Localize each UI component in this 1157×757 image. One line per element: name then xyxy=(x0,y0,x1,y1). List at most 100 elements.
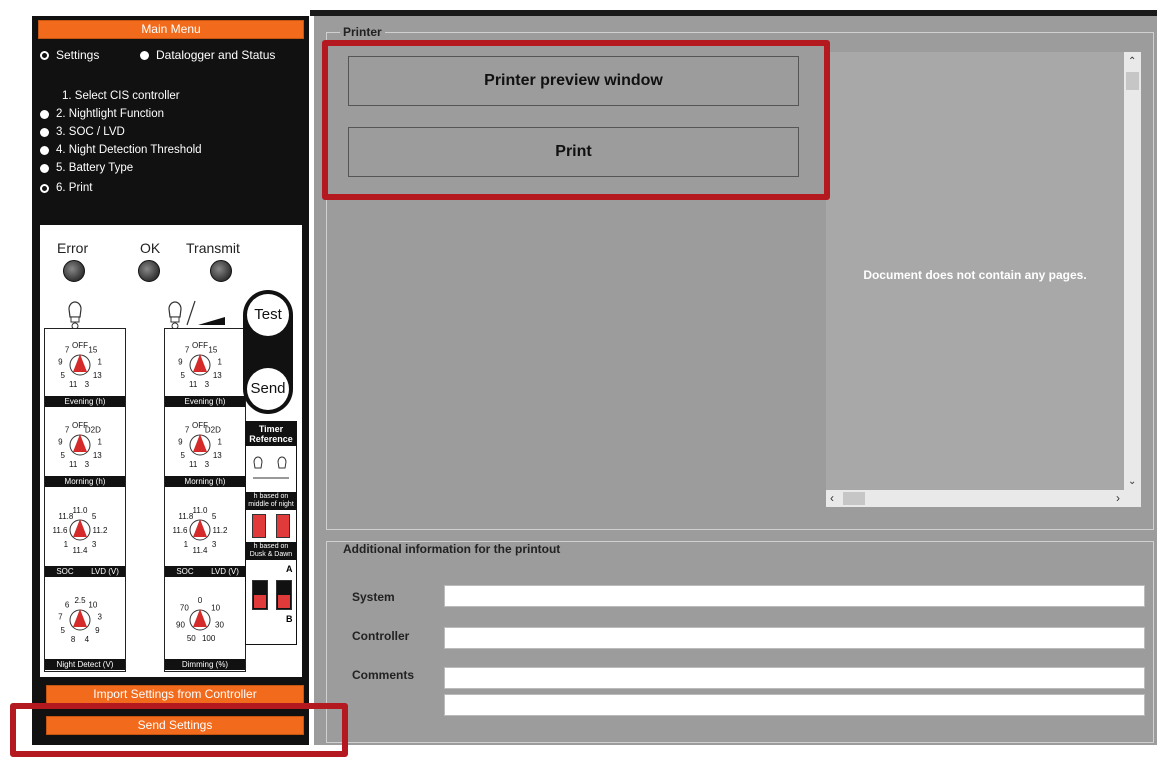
dial-tick-label: 7 xyxy=(65,346,70,355)
controller-label: Controller xyxy=(352,629,410,643)
dimming-dial[interactable]: 0 10 30 100 5090 70 xyxy=(176,596,224,643)
vertical-scrollbar[interactable]: ⌃ ⌄ xyxy=(1124,52,1141,507)
timer-switch-1[interactable] xyxy=(252,514,266,538)
dial-tick-label: 30 xyxy=(215,620,224,629)
datalogger-radio-label: Datalogger and Status xyxy=(156,48,276,62)
dial-tick-label: 3 xyxy=(85,380,90,389)
dial-tick-label: 13 xyxy=(93,451,102,460)
additional-group-label: Additional information for the printout xyxy=(340,542,564,556)
step-6[interactable]: 6. Print xyxy=(40,182,92,194)
radio-selected-icon xyxy=(40,183,49,193)
dial-tick-label: 11.6 xyxy=(173,526,189,535)
settings-radio[interactable]: Settings xyxy=(40,48,99,62)
test-button[interactable]: Test xyxy=(247,294,289,336)
dial-tick-label: 13 xyxy=(213,451,222,460)
scroll-left-icon[interactable]: ‹ xyxy=(830,491,834,505)
system-field[interactable] xyxy=(444,585,1145,607)
step-3[interactable]: 3. SOC / LVD xyxy=(40,126,125,138)
dial-tick-label: 7 xyxy=(185,426,190,435)
timer-reference: Timer Reference h based on middle of nig… xyxy=(245,421,297,645)
radio-unselected-icon xyxy=(40,127,49,137)
dial-tick-label: 8 xyxy=(71,635,76,644)
step-5[interactable]: 5. Battery Type xyxy=(40,162,133,174)
soc-lvd-dial-1[interactable]: 11.05 11.2 311.4 1 11.6 11.8 xyxy=(53,506,109,555)
morning-dial-1[interactable]: OFFD2D113311597 xyxy=(58,421,102,469)
dial-tick-label: 1 xyxy=(64,540,69,549)
dial-tick-label: 3 xyxy=(85,460,90,469)
dial-tick-label: OFF xyxy=(72,341,88,350)
dial-tick-label: 10 xyxy=(88,601,97,610)
timer-reference-title: Timer Reference xyxy=(246,422,296,446)
scroll-right-icon[interactable]: › xyxy=(1116,491,1120,505)
dial-tick-label: 9 xyxy=(95,626,100,635)
dial-tick-label: D2D xyxy=(85,426,101,435)
step-1[interactable]: 1. Select CIS controller xyxy=(62,90,180,102)
dial-tick-label: 9 xyxy=(178,358,183,367)
import-settings-button[interactable]: Import Settings from Controller xyxy=(46,685,304,704)
dial-tick-label: 70 xyxy=(180,604,189,613)
dial-tick-label: 4 xyxy=(85,635,90,644)
dial-tick-label: 11.4 xyxy=(73,546,89,555)
dial-tick-label: 5 xyxy=(92,512,97,521)
dial-tick-label: 11 xyxy=(189,380,198,389)
dial-tick-label: 11.2 xyxy=(213,526,229,535)
sidebar: Main Menu Settings Datalogger and Status… xyxy=(32,16,309,745)
comments-field[interactable] xyxy=(444,667,1145,689)
step-5-label: 5. Battery Type xyxy=(56,162,134,174)
scroll-down-icon[interactable]: ⌄ xyxy=(1128,476,1136,487)
battery-switch-1[interactable] xyxy=(252,580,268,610)
scroll-up-icon[interactable]: ⌃ xyxy=(1128,56,1136,67)
step-2[interactable]: 2. Nightlight Function xyxy=(40,108,164,120)
window-top-bar xyxy=(0,0,1157,16)
controller-field[interactable] xyxy=(444,627,1145,649)
dial-tick-label: 3 xyxy=(212,540,217,549)
dial-tick-label: 3 xyxy=(205,460,210,469)
dial-tick-label: 7 xyxy=(65,426,70,435)
dial-tick-label: 15 xyxy=(88,346,97,355)
datalogger-radio[interactable]: Datalogger and Status xyxy=(140,48,275,62)
send-button-device[interactable]: Send xyxy=(247,368,289,410)
night-detect-dial[interactable]: 2.5103 9485 76 xyxy=(58,596,102,644)
dial-tick-label: 11 xyxy=(69,380,78,389)
step-1-label: 1. Select CIS controller xyxy=(62,90,180,102)
morning-dial-2[interactable]: OFFD2D113311597 xyxy=(178,421,222,469)
comments-field-2[interactable] xyxy=(444,694,1145,716)
dial-tick-label: 50 xyxy=(187,634,196,643)
dial-tick-label: OFF xyxy=(192,341,208,350)
dial-tick-label: 0 xyxy=(198,596,203,605)
scroll-thumb[interactable] xyxy=(1126,72,1139,90)
main-menu-header: Main Menu xyxy=(38,20,304,39)
dial-tick-label: 15 xyxy=(208,346,217,355)
dial-tick-label: 2.5 xyxy=(74,596,86,605)
dial-tick-label: 1 xyxy=(217,358,222,367)
horizontal-scrollbar[interactable]: ‹ › xyxy=(826,490,1124,507)
print-preview-area: Document does not contain any pages. ⌃ ⌄… xyxy=(826,52,1141,507)
radio-unselected-icon xyxy=(40,109,49,119)
dial-tick-label: 1 xyxy=(217,438,222,447)
step-4[interactable]: 4. Night Detection Threshold xyxy=(40,144,202,156)
dial-tick-label: 5 xyxy=(60,626,65,635)
radio-selected-icon xyxy=(40,50,49,60)
evening-dial-1[interactable]: OFF15113311597 xyxy=(58,341,102,389)
soc-lvd-dial-2[interactable]: 11.05 11.2 311.4 1 11.6 11.8 xyxy=(173,506,229,555)
printer-group-label: Printer xyxy=(340,25,385,39)
dial-tick-label: 5 xyxy=(180,451,185,460)
dial-tick-label: 11.8 xyxy=(178,512,194,521)
dial-tick-label: 5 xyxy=(60,371,65,380)
hscroll-thumb[interactable] xyxy=(843,492,865,505)
battery-switch-2[interactable] xyxy=(276,580,292,610)
test-send-button-group: Test Send xyxy=(243,290,293,414)
dial-tick-label: 11.6 xyxy=(53,526,69,535)
dial-tick-label: 11 xyxy=(189,460,198,469)
timer-switch-2[interactable] xyxy=(276,514,290,538)
radio-unselected-icon xyxy=(140,50,149,60)
dial-tick-label: 3 xyxy=(92,540,97,549)
system-label: System xyxy=(352,590,395,604)
timer-lamps-icon xyxy=(253,456,289,479)
dial-tick-label: 13 xyxy=(213,371,222,380)
dial-tick-label: 11.0 xyxy=(73,506,89,515)
timer-dusk-label: h based on Dusk & Dawn xyxy=(246,542,296,560)
evening-dial-2[interactable]: OFF15113311597 xyxy=(178,341,222,389)
step-4-label: 4. Night Detection Threshold xyxy=(56,144,202,156)
step-2-label: 2. Nightlight Function xyxy=(56,108,165,120)
